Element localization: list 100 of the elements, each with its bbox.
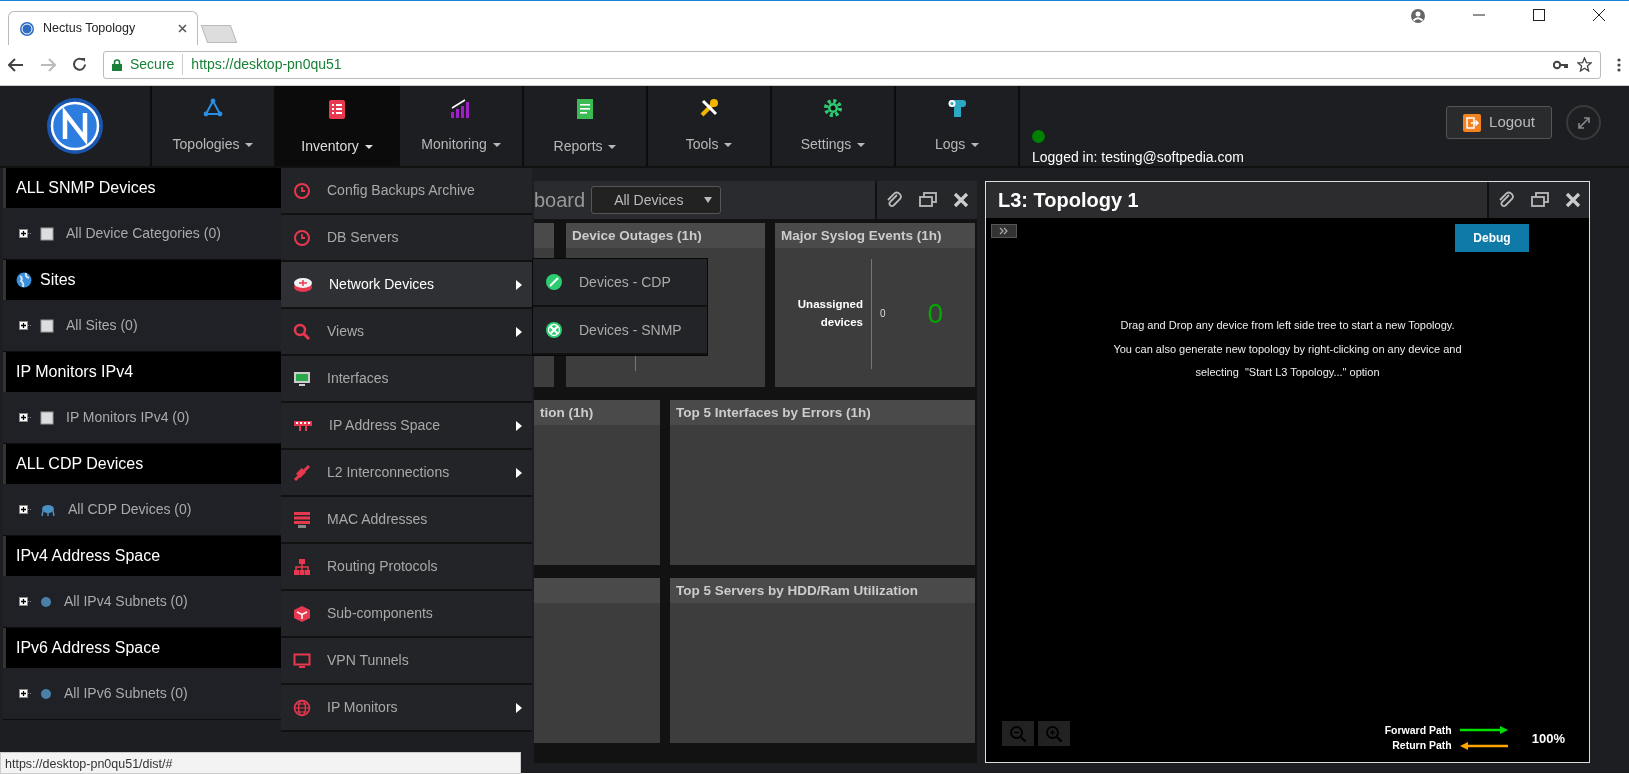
tile-title: tion (1h) bbox=[534, 400, 660, 425]
panel-title: board bbox=[534, 188, 587, 213]
menu-item[interactable]: Routing Protocols bbox=[281, 544, 532, 589]
menu-item[interactable]: IP Monitors bbox=[281, 685, 532, 730]
menu-item[interactable]: VPN Tunnels bbox=[281, 638, 532, 683]
subnet-icon bbox=[40, 687, 52, 700]
status-dot bbox=[1032, 130, 1045, 143]
legend-label: Forward Path bbox=[1384, 722, 1452, 738]
reload-icon[interactable] bbox=[72, 57, 87, 72]
section-header: ALL CDP Devices bbox=[3, 444, 284, 484]
tools-icon bbox=[699, 98, 719, 118]
menu-item[interactable]: L2 Interconnections bbox=[281, 450, 532, 495]
menu-item[interactable]: Interfaces bbox=[281, 356, 532, 401]
section-header: ALL SNMP Devices bbox=[3, 168, 284, 208]
menu-item[interactable]: IP Address Space bbox=[281, 403, 532, 448]
device-filter-dropdown[interactable]: All Devices bbox=[591, 186, 722, 214]
clipboard-icon bbox=[328, 98, 346, 120]
section-header: IPv6 Address Space bbox=[3, 628, 284, 668]
history-icon bbox=[293, 228, 311, 247]
bar-chart-icon bbox=[450, 98, 472, 118]
nav-menu-item[interactable]: Inventory bbox=[274, 86, 398, 166]
tile-title: Device Outages (1h) bbox=[566, 223, 765, 248]
topology-icon bbox=[203, 98, 223, 118]
menu-item[interactable]: Network Devices bbox=[281, 262, 532, 307]
key-icon[interactable] bbox=[1553, 59, 1569, 70]
expand-tree-icon bbox=[19, 229, 32, 238]
browser-tab[interactable]: Nectus Topology bbox=[8, 11, 198, 45]
menu-icon[interactable] bbox=[1617, 57, 1621, 72]
logout-icon bbox=[1463, 113, 1482, 132]
expand-arrows-icon bbox=[1576, 115, 1591, 130]
tile-title: Major Syslog Events (1h) bbox=[775, 223, 975, 248]
gear-icon bbox=[823, 98, 843, 118]
debug-button[interactable]: Debug bbox=[1455, 224, 1529, 252]
hint-text: You can also generate new topology by right-clicking on any device and bbox=[1113, 341, 1462, 357]
logged-in-text: Logged in: testing@softpedia.com bbox=[1032, 148, 1245, 167]
tree-item[interactable]: IP Monitors IPv4 (0) bbox=[3, 392, 284, 444]
menu-item[interactable]: Sub-components bbox=[281, 591, 532, 636]
app-logo[interactable] bbox=[46, 97, 104, 155]
fullscreen-button[interactable] bbox=[1566, 105, 1601, 140]
menu-item[interactable]: DB Servers bbox=[281, 215, 532, 260]
account-icon[interactable] bbox=[1411, 9, 1425, 23]
section-header: IPv4 Address Space bbox=[3, 536, 284, 576]
list-icon bbox=[293, 510, 311, 529]
lock-icon bbox=[112, 58, 122, 71]
subnet-icon bbox=[40, 595, 52, 608]
maximize-icon[interactable] bbox=[1533, 9, 1545, 21]
monitor-icon bbox=[293, 652, 311, 669]
nav-menu-item[interactable]: Tools bbox=[646, 86, 770, 166]
close-icon[interactable] bbox=[178, 24, 187, 33]
nav-menu-item[interactable]: Monitoring bbox=[398, 86, 522, 166]
search-icon bbox=[293, 322, 311, 341]
app-favicon bbox=[19, 20, 35, 37]
address-bar[interactable]: Secure https://desktop-pn0qu51 bbox=[103, 50, 1601, 79]
nav-menu-item[interactable]: Reports bbox=[522, 86, 646, 166]
device-icon bbox=[40, 502, 56, 517]
metric-total: 0 bbox=[927, 296, 943, 331]
metric-label: Unassigned devices bbox=[796, 297, 863, 330]
zoom-out-icon bbox=[1009, 724, 1027, 743]
nav-menu-item[interactable]: Logs bbox=[894, 86, 1018, 166]
tile-title: Top 5 Interfaces by Errors (1h) bbox=[670, 400, 975, 425]
hint-text: Drag and Drop any device from left side tree to start a new Topology. bbox=[1120, 318, 1455, 333]
expand-sidebar-button[interactable] bbox=[991, 224, 1017, 238]
restore-icon[interactable] bbox=[1531, 192, 1549, 208]
submenu-item[interactable]: Devices - SNMP bbox=[533, 307, 707, 353]
hierarchy-icon bbox=[293, 557, 311, 576]
tree-item[interactable]: All IPv4 Subnets (0) bbox=[3, 576, 284, 628]
nav-menu-item[interactable]: Settings bbox=[770, 86, 894, 166]
folder-icon bbox=[40, 226, 54, 241]
cube-icon bbox=[293, 604, 311, 623]
ip-blocks-icon bbox=[293, 418, 313, 433]
menu-item[interactable]: Config Backups Archive bbox=[281, 168, 532, 213]
metric-count: 0 bbox=[880, 307, 886, 321]
paperclip-icon[interactable] bbox=[1497, 190, 1515, 210]
submenu-item[interactable]: Devices - CDP bbox=[533, 259, 707, 305]
monitor-icon bbox=[293, 370, 311, 387]
expand-tree-icon bbox=[19, 505, 32, 514]
document-icon bbox=[576, 98, 594, 120]
legend-label: Return Path bbox=[1392, 738, 1452, 754]
tree-item[interactable]: All Sites (0) bbox=[3, 300, 284, 352]
tree-item[interactable]: All CDP Devices (0) bbox=[3, 484, 284, 536]
logout-button[interactable]: Logout bbox=[1446, 106, 1552, 139]
menu-item[interactable]: Views bbox=[281, 309, 532, 354]
plug-icon bbox=[293, 463, 311, 482]
folder-icon bbox=[40, 318, 54, 333]
section-header: Sites bbox=[3, 260, 284, 300]
paperclip-icon[interactable] bbox=[885, 190, 903, 210]
tree-item[interactable]: All IPv6 Subnets (0) bbox=[3, 668, 284, 720]
tree-item[interactable]: All Device Categories (0) bbox=[3, 208, 284, 260]
zoom-level: 100% bbox=[1531, 729, 1565, 748]
back-icon[interactable] bbox=[8, 57, 24, 72]
close-icon[interactable] bbox=[1593, 9, 1605, 21]
restore-icon[interactable] bbox=[919, 192, 937, 208]
folder-icon bbox=[40, 410, 54, 425]
menu-item[interactable]: MAC Addresses bbox=[281, 497, 532, 542]
globe-icon bbox=[16, 272, 32, 288]
double-chevron-icon bbox=[999, 227, 1009, 235]
star-icon[interactable] bbox=[1577, 57, 1592, 72]
expand-tree-icon bbox=[19, 321, 32, 330]
pencil-circle-icon bbox=[545, 273, 563, 291]
expand-tree-icon bbox=[19, 597, 32, 606]
